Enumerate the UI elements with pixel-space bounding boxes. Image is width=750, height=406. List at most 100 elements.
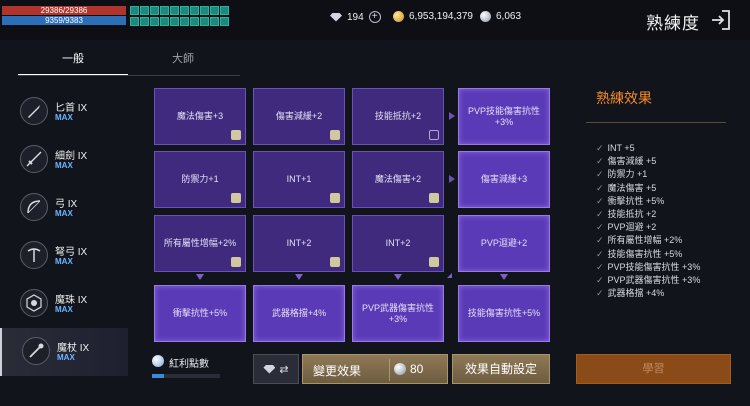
buff-icon bbox=[220, 6, 229, 15]
page-title: 熟練度 bbox=[646, 14, 700, 33]
buff-icon bbox=[150, 6, 159, 15]
effect-item: ✓ INT +5 bbox=[596, 142, 700, 155]
arrow-down-icon bbox=[295, 274, 303, 280]
buff-icon bbox=[200, 6, 209, 15]
effect-item: ✓ 技能傷害抗性 +5% bbox=[596, 248, 700, 261]
tab-divider bbox=[18, 75, 240, 76]
silver-count: 6,063 bbox=[496, 11, 522, 22]
tab-bar: 一般 大師 bbox=[18, 50, 218, 76]
weapon-level: MAX bbox=[55, 305, 73, 314]
swap-currency-button[interactable]: ⇄ bbox=[253, 354, 299, 384]
effect-text: 傷害減緩 +5 bbox=[607, 156, 657, 167]
effect-item: ✓ PVP技能傷害抗性 +3% bbox=[596, 261, 700, 274]
effect-item: ✓ 武器格擋 +4% bbox=[596, 287, 700, 300]
wand-icon bbox=[22, 337, 50, 365]
effect-item: ✓ 所有屬性增幅 +2% bbox=[596, 234, 700, 247]
weapon-name: 弓 IX bbox=[55, 199, 78, 210]
weapon-item-crossbow[interactable]: 弩弓 IX MAX bbox=[0, 232, 128, 280]
check-icon: ✓ bbox=[596, 156, 604, 167]
buff-icon bbox=[160, 16, 169, 26]
hp-bar: 29386/29386 bbox=[2, 6, 126, 15]
dagger-icon bbox=[20, 97, 48, 125]
arrow-right-icon bbox=[449, 112, 455, 120]
exit-icon[interactable] bbox=[709, 9, 731, 31]
weapon-item-wand[interactable]: 魔杖 IX MAX bbox=[0, 328, 128, 376]
effects-list: ✓ INT +5 ✓ 傷害減緩 +5 ✓ 防禦力 +1 ✓ 魔法傷害 +5 ✓ 衝擊抗性 … bbox=[596, 142, 700, 300]
buff-icon bbox=[160, 6, 169, 15]
buff-icon bbox=[180, 16, 189, 26]
effect-text: 防禦力 +1 bbox=[607, 169, 648, 180]
effect-text: 武器格擋 +4% bbox=[607, 288, 665, 299]
check-icon: ✓ bbox=[596, 208, 604, 219]
check-icon: ✓ bbox=[596, 261, 604, 272]
check-icon: ✓ bbox=[596, 169, 604, 180]
gold-count: 6,953,194,379 bbox=[409, 11, 473, 22]
effect-text: PVP技能傷害抗性 +3% bbox=[607, 261, 701, 272]
weapon-level: MAX bbox=[55, 257, 73, 266]
bonus-progress-fill bbox=[152, 374, 165, 378]
change-effect-cost: 80 bbox=[410, 362, 424, 376]
buff-icon bbox=[190, 6, 199, 15]
mastery-grid: 魔法傷害+3 傷害減緩+2 技能抵抗+2 PVP技能傷害抗性+3% 防禦力+1 … bbox=[154, 88, 550, 350]
swap-arrows-icon: ⇄ bbox=[279, 363, 289, 376]
effect-item: ✓ 傷害減緩 +5 bbox=[596, 155, 700, 168]
orb-icon bbox=[20, 289, 48, 317]
add-diamond-button[interactable]: + bbox=[368, 11, 381, 23]
check-icon: ✓ bbox=[596, 222, 604, 233]
tab-general[interactable]: 一般 bbox=[18, 50, 128, 76]
arrow-right-icon bbox=[449, 175, 455, 183]
effect-item: ✓ PVP迴避 +2 bbox=[596, 221, 700, 234]
weapon-name: 匕首 IX bbox=[55, 103, 88, 114]
node-connector-arrows bbox=[196, 112, 508, 280]
buff-icon bbox=[130, 16, 139, 26]
weapon-name: 魔杖 IX bbox=[57, 343, 90, 354]
buff-icon bbox=[210, 16, 219, 26]
effect-text: 技能傷害抗性 +5% bbox=[607, 248, 683, 259]
effect-item: ✓ 魔法傷害 +5 bbox=[596, 182, 700, 195]
weapon-item-rapier[interactable]: 細劍 IX MAX bbox=[0, 136, 128, 184]
check-icon: ✓ bbox=[596, 195, 604, 206]
crossbow-icon bbox=[20, 241, 48, 269]
learn-button[interactable]: 學習 bbox=[576, 354, 731, 384]
weapon-name: 魔珠 IX bbox=[55, 295, 88, 306]
check-icon: ✓ bbox=[596, 248, 604, 259]
arrow-corner-icon bbox=[447, 273, 452, 278]
effect-text: PVP迴避 +2 bbox=[607, 222, 657, 233]
button-divider bbox=[389, 359, 390, 381]
bow-icon bbox=[20, 193, 48, 221]
buff-icon bbox=[140, 16, 149, 26]
check-icon: ✓ bbox=[596, 143, 604, 153]
silver-currency: 6,063 bbox=[480, 11, 521, 22]
change-effect-button[interactable]: 變更效果 80 bbox=[302, 354, 448, 384]
check-icon: ✓ bbox=[596, 235, 604, 246]
bonus-orb-icon bbox=[152, 355, 164, 367]
weapon-level: MAX bbox=[57, 353, 75, 362]
change-effect-label: 變更效果 bbox=[313, 364, 362, 378]
effect-item: ✓ PVP武器傷害抗性 +3% bbox=[596, 274, 700, 287]
weapon-list: 匕首 IX MAX 細劍 IX MAX 弓 IX MAX 弩弓 IX MAX 魔… bbox=[0, 88, 128, 376]
rapier-icon bbox=[20, 145, 48, 173]
diamond-count: 194 bbox=[347, 11, 364, 23]
mp-bar: 9359/9383 bbox=[2, 16, 126, 25]
weapon-item-dagger[interactable]: 匕首 IX MAX bbox=[0, 88, 128, 136]
buff-icon bbox=[130, 6, 139, 15]
effect-text: INT +5 bbox=[607, 143, 635, 153]
weapon-item-orb[interactable]: 魔珠 IX MAX bbox=[0, 280, 128, 328]
buff-icon bbox=[190, 16, 199, 26]
weapon-name: 細劍 IX bbox=[55, 151, 88, 162]
effect-item: ✓ 防禦力 +1 bbox=[596, 168, 700, 181]
diamond-icon bbox=[330, 12, 342, 22]
buff-icon bbox=[180, 6, 189, 15]
check-icon: ✓ bbox=[596, 274, 604, 285]
check-icon: ✓ bbox=[596, 182, 604, 193]
tab-master[interactable]: 大師 bbox=[128, 50, 238, 76]
bonus-label: 紅利點數 bbox=[169, 359, 209, 370]
effect-text: 魔法傷害 +5 bbox=[607, 182, 657, 193]
gold-icon bbox=[393, 11, 404, 22]
effect-item: ✓ 衝擊抗性 +5% bbox=[596, 195, 700, 208]
weapon-item-bow[interactable]: 弓 IX MAX bbox=[0, 184, 128, 232]
gold-currency: 6,953,194,379 bbox=[393, 11, 473, 22]
effects-title: 熟練效果 bbox=[596, 90, 652, 106]
buff-icon bbox=[170, 16, 179, 26]
auto-set-effect-button[interactable]: 效果自動設定 bbox=[452, 354, 550, 384]
